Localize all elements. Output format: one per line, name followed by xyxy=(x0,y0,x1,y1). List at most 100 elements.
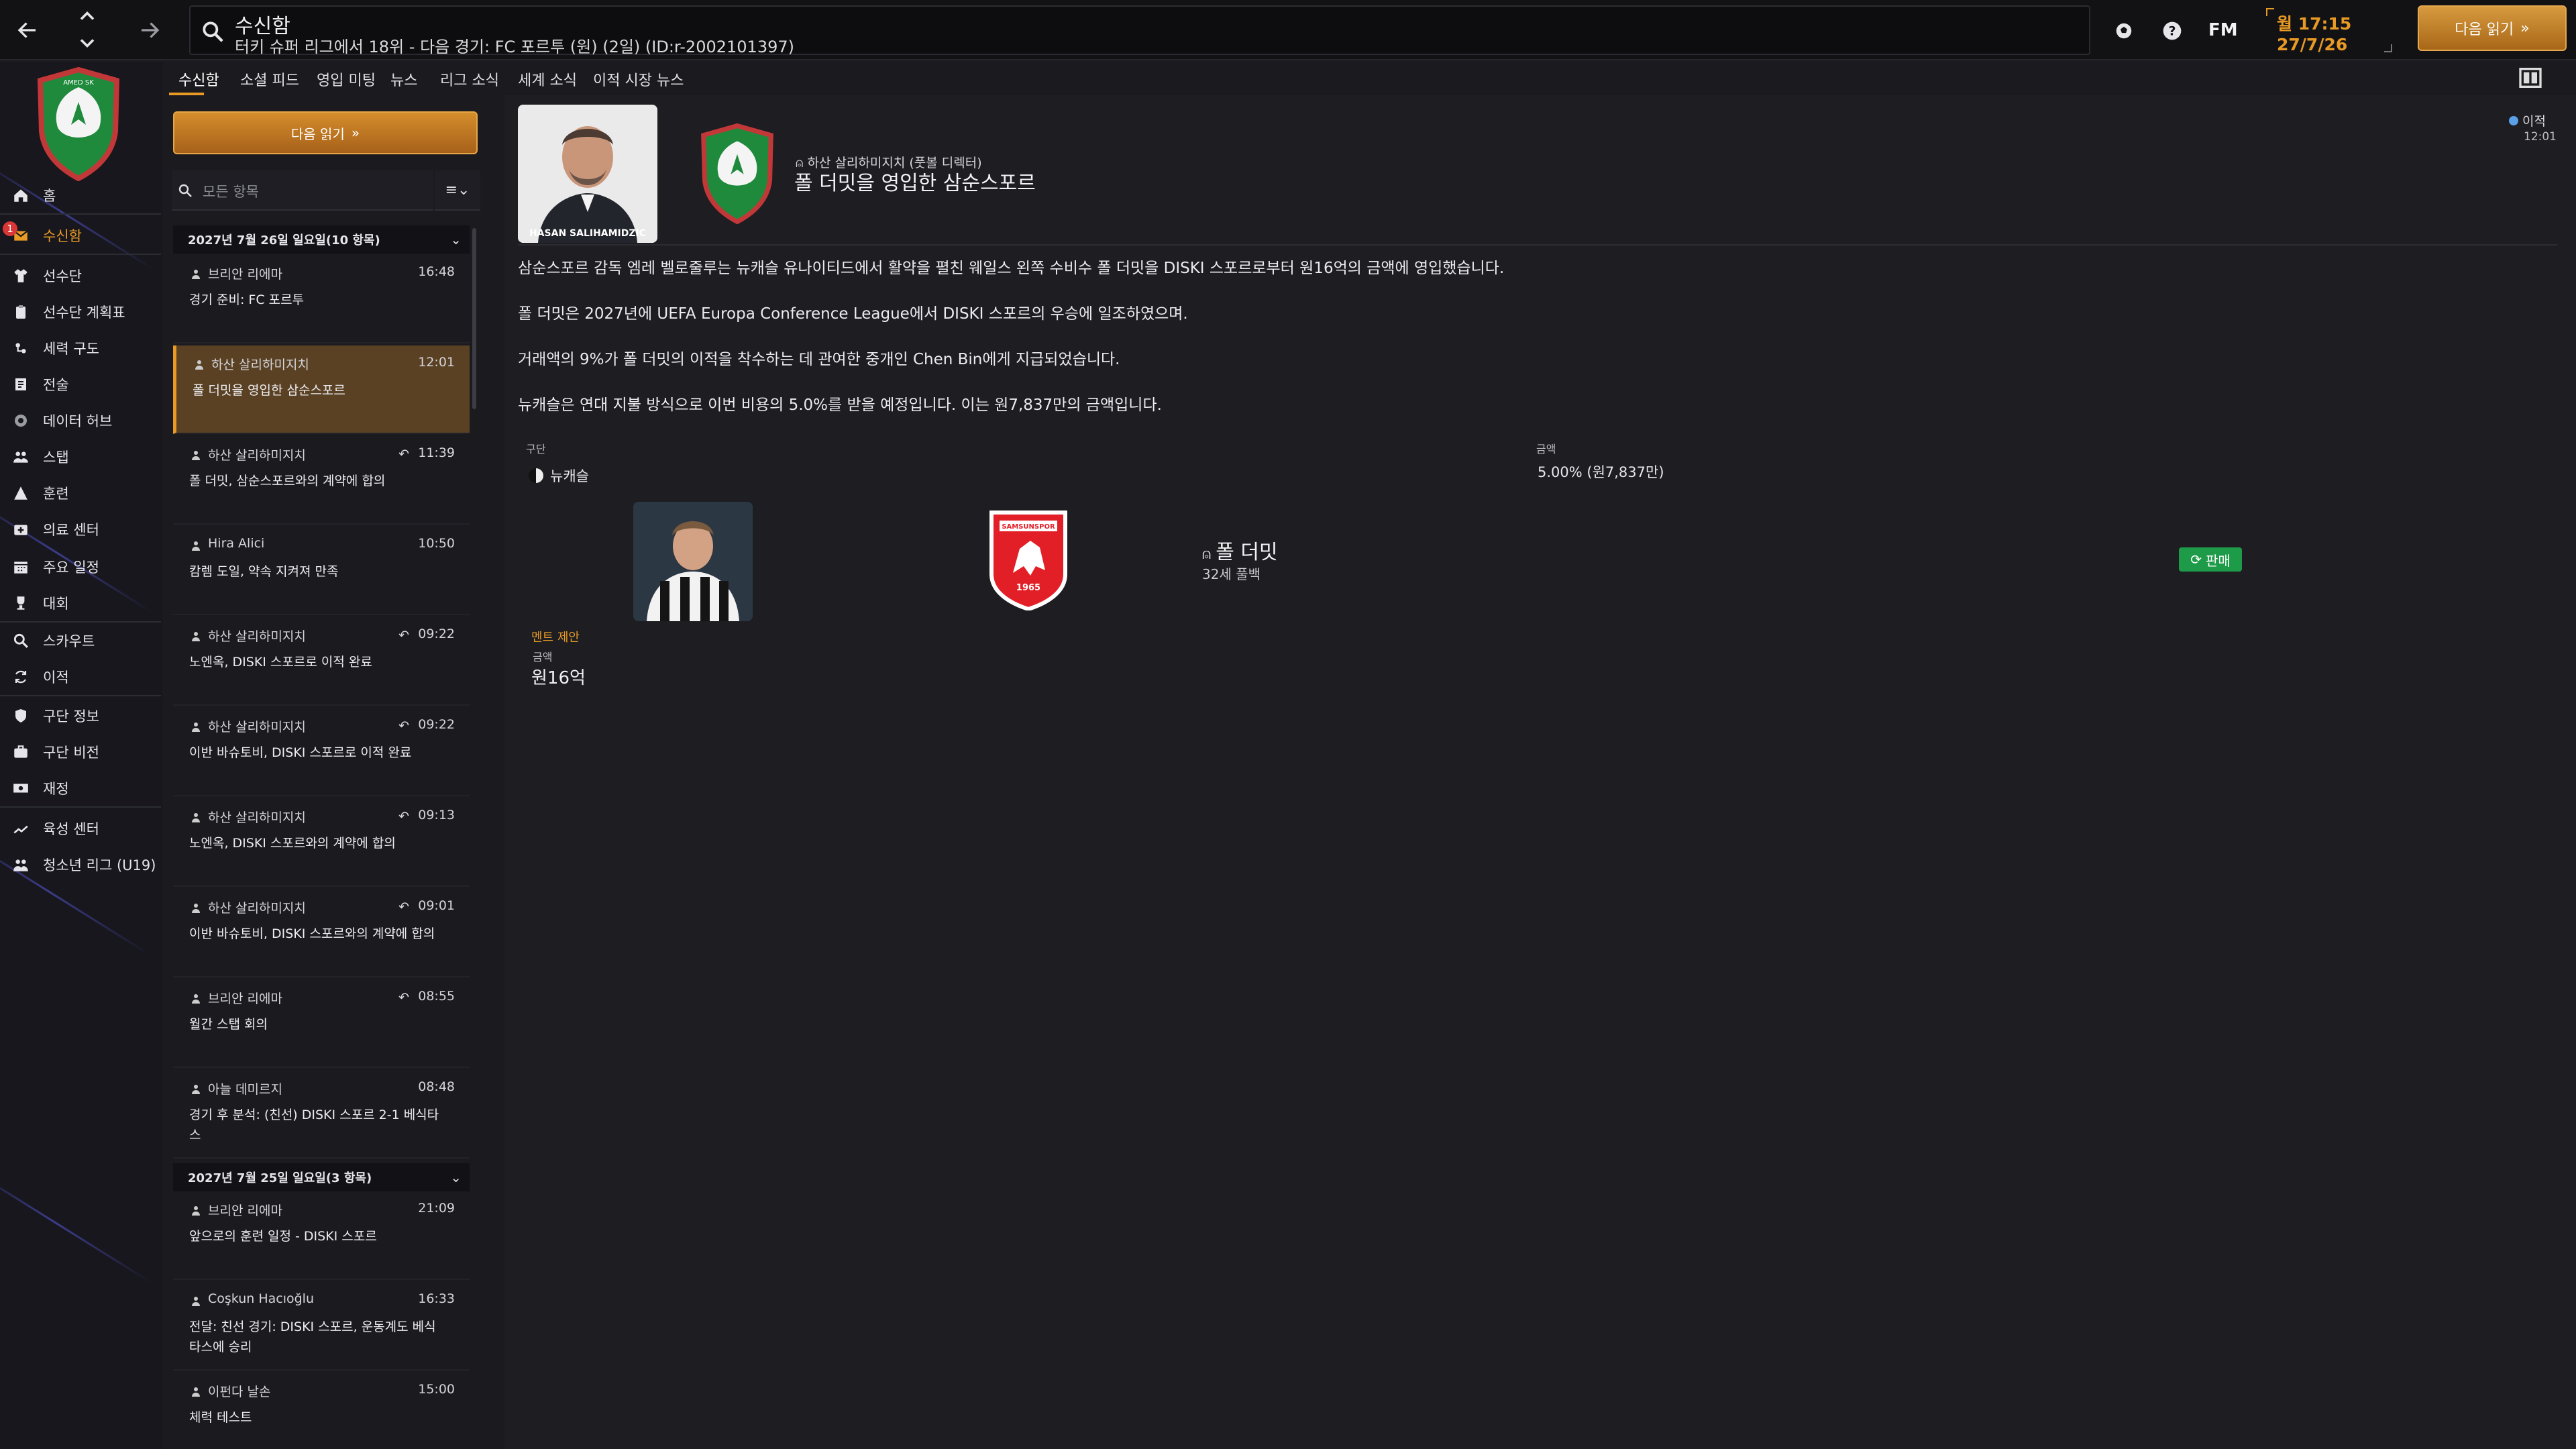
clipboard-icon xyxy=(11,302,31,322)
list-item[interactable]: 하산 살리하미지치 ↶ 09:22 이반 바슈토비, DISKI 스포르로 이적… xyxy=(173,708,470,796)
new-club-crest[interactable]: SAMSUNSPOR 1965 xyxy=(986,508,1071,610)
tab-social-feed[interactable]: 소셜 피드 xyxy=(240,68,299,90)
club-crest[interactable] xyxy=(698,123,777,224)
back-arrow-icon[interactable] xyxy=(12,15,43,46)
sidebar-item-youth-league[interactable]: 청소년 리그 (U19) xyxy=(0,849,162,880)
club-crest[interactable]: AMED SK xyxy=(35,67,122,181)
fm-logo[interactable]: FM xyxy=(2208,20,2238,40)
tab-news[interactable]: 뉴스 xyxy=(390,68,417,90)
message-subject: 전달: 친선 경기: DISKI 스포르, 운동계도 베식타스에 승리 xyxy=(189,1320,436,1354)
message-sender: Coşkun Hacıoğlu xyxy=(208,1291,314,1306)
message-time: 16:48 xyxy=(418,264,455,279)
message-time: 12:01 xyxy=(418,355,455,370)
ball-icon[interactable] xyxy=(2110,17,2137,44)
player-photo[interactable] xyxy=(633,502,753,621)
fee-value: 원16억 xyxy=(531,668,586,688)
body-paragraph: 뉴캐슬은 연대 지불 방식으로 이번 비용의 5.0%를 받을 예정입니다. 이… xyxy=(518,396,1162,414)
sidebar-item-scouting[interactable]: 스카우트 xyxy=(0,625,162,656)
development-icon xyxy=(11,818,31,839)
date-group-header[interactable]: 2027년 7월 26일 일요일(10 항목) ⌄ xyxy=(173,225,470,254)
continue-button[interactable]: 다음 읽기 » xyxy=(2418,5,2567,51)
sidebar-item-label: 주요 일정 xyxy=(43,559,99,576)
message-subject: 폴 더밋을 영입한 삼순스포르 xyxy=(193,383,345,398)
double-chevron-right-icon: » xyxy=(351,125,360,141)
sidebar-item-finances[interactable]: 재정 xyxy=(0,773,162,804)
table-header-fee: 금액 xyxy=(1536,443,1556,455)
message-subject: 경기 준비: FC 포르투 xyxy=(189,292,305,307)
scroll-down-icon[interactable] xyxy=(72,31,102,55)
message-sender: 아늘 데미르지 xyxy=(208,1082,282,1097)
sidebar-item-tactics[interactable]: 전술 xyxy=(0,369,162,400)
continue-reading-button[interactable]: 다음 읽기 » xyxy=(173,111,478,154)
background-stripe xyxy=(0,1162,154,1285)
message-subject: 체력 테스트 xyxy=(189,1410,252,1425)
message-subject: 이반 바슈토비, DISKI 스포르와의 계약에 합의 xyxy=(189,926,435,941)
list-item[interactable]: 브리안 리에마 ↶ 08:55 월간 스탭 회의 xyxy=(173,979,470,1068)
list-item[interactable]: 이펀다 날손 15:00 체력 테스트 xyxy=(173,1373,470,1449)
sidebar-item-staff[interactable]: 스탭 xyxy=(0,441,162,472)
photo-caption: HASAN SALIHAMIDZIC xyxy=(529,228,647,239)
sidebar-item-development[interactable]: 육성 센터 xyxy=(0,813,162,844)
message-subject: 노엔옥, DISKI 스포르로 이적 완료 xyxy=(189,655,372,669)
list-item[interactable]: Hira Alici 10:50 캄렘 도일, 약속 지켜져 만족 xyxy=(173,527,470,615)
message-subject: 폴 더밋, 삼순스포르와의 계약에 합의 xyxy=(189,474,386,488)
message-time: 15:00 xyxy=(418,1382,455,1397)
search-icon xyxy=(203,21,223,42)
tab-transfer-market-news[interactable]: 이적 시장 뉴스 xyxy=(593,68,684,90)
list-item[interactable]: 아늘 데미르지 08:48 경기 후 분석: (친선) DISKI 스포르 2-… xyxy=(173,1070,470,1159)
date-group-header[interactable]: 2027년 7월 25일 일요일(3 항목) ⌄ xyxy=(173,1163,470,1191)
sidebar-item-club-vision[interactable]: 구단 비전 xyxy=(0,737,162,767)
inbox-tabs: 수신함 소셜 피드 영입 미팅 뉴스 리그 소식 세계 소식 이적 시장 뉴스 xyxy=(169,63,840,95)
message-sender: 브리안 리에마 xyxy=(208,991,282,1006)
tab-world-news[interactable]: 세계 소식 xyxy=(518,68,577,90)
body-paragraph: 폴 더밋은 2027년에 UEFA Europa Conference Leag… xyxy=(518,305,1188,323)
list-scrollbar[interactable] xyxy=(472,228,476,409)
sidebar-item-transfers[interactable]: 이적 xyxy=(0,661,162,692)
sidebar-item-competitions[interactable]: 대회 xyxy=(0,588,162,619)
tab-league-news[interactable]: 리그 소식 xyxy=(440,68,499,90)
tab-inbox[interactable]: 수신함 xyxy=(178,68,219,90)
sidebar-item-squad[interactable]: 선수단 xyxy=(0,260,162,291)
club-row[interactable]: 뉴캐슬 xyxy=(529,466,589,486)
inbox-search-input[interactable]: 모든 항목 xyxy=(172,170,433,211)
filter-menu-icon[interactable]: ≡⌄ xyxy=(435,170,480,211)
svg-text:AMED SK: AMED SK xyxy=(63,79,94,87)
message-sender: 하산 살리하미지치 xyxy=(208,720,306,735)
list-item-selected[interactable]: 하산 살리하미지치 12:01 폴 더밋을 영입한 삼순스포르 xyxy=(173,345,470,434)
message-time: 08:48 xyxy=(418,1079,455,1094)
list-item[interactable]: 하산 살리하미지치 ↶ 09:22 노엔옥, DISKI 스포르로 이적 완료 xyxy=(173,617,470,706)
sidebar-item-medical[interactable]: 의료 센터 xyxy=(0,514,162,545)
search-bar[interactable]: 수신함 터키 슈퍼 리그에서 18위 - 다음 경기: FC 포르투 (원) (… xyxy=(189,5,2090,56)
tab-transfer-meetings[interactable]: 영입 미팅 xyxy=(317,68,376,90)
list-item[interactable]: 브리안 리에마 16:48 경기 준비: FC 포르투 xyxy=(173,255,470,343)
player-name[interactable]: ⍝ 폴 더밋 xyxy=(1202,535,1278,565)
crest-text: SAMSUNSPOR xyxy=(1002,523,1055,531)
list-item[interactable]: 브리안 리에마 21:09 앞으로의 훈련 일정 - DISKI 스포르 xyxy=(173,1191,470,1280)
continue-label: 다음 읽기 xyxy=(2455,21,2514,38)
list-item[interactable]: 하산 살리하미지치 ↶ 11:39 폴 더밋, 삼순스포르와의 계약에 합의 xyxy=(173,436,470,525)
message-time: 16:33 xyxy=(418,1291,455,1306)
list-item[interactable]: Coşkun Hacıoğlu 16:33 전달: 친선 경기: DISKI 스… xyxy=(173,1282,470,1371)
sidebar-item-home[interactable]: 홈 xyxy=(0,180,162,211)
youth-icon xyxy=(11,855,31,875)
reply-arrow-icon: ↶ xyxy=(398,990,409,1005)
forward-arrow-icon[interactable] xyxy=(134,15,165,46)
sidebar-item-training[interactable]: 훈련 xyxy=(0,478,162,508)
list-item[interactable]: 하산 살리하미지치 ↶ 09:01 이반 바슈토비, DISKI 스포르와의 계… xyxy=(173,889,470,977)
help-icon[interactable]: ? xyxy=(2159,17,2186,44)
message-time: 09:13 xyxy=(418,808,455,822)
list-item[interactable]: 하산 살리하미지치 ↶ 09:13 노엔옥, DISKI 스포르와의 계약에 합… xyxy=(173,798,470,887)
double-chevron-right-icon: » xyxy=(2520,19,2530,37)
sidebar-item-dynamics[interactable]: 세력 구도 xyxy=(0,333,162,364)
sidebar-item-data-hub[interactable]: 데이터 허브 xyxy=(0,405,162,436)
sender-photo[interactable]: HASAN SALIHAMIDZIC xyxy=(518,105,657,243)
sidebar-item-calendar[interactable]: 주요 일정 xyxy=(0,551,162,582)
scroll-up-icon[interactable] xyxy=(72,4,102,28)
sidebar-item-squad-planner[interactable]: 선수단 계획표 xyxy=(0,297,162,327)
sidebar-item-inbox[interactable]: 1 수신함 xyxy=(0,220,162,251)
layout-toggle-icon[interactable] xyxy=(2517,64,2544,91)
message-sender: 하산 살리하미지치 xyxy=(208,810,306,825)
sidebar-item-club-info[interactable]: 구단 정보 xyxy=(0,700,162,731)
sidebar-item-label: 구단 비전 xyxy=(43,745,99,761)
clause-label: 멘트 제안 xyxy=(531,631,580,645)
